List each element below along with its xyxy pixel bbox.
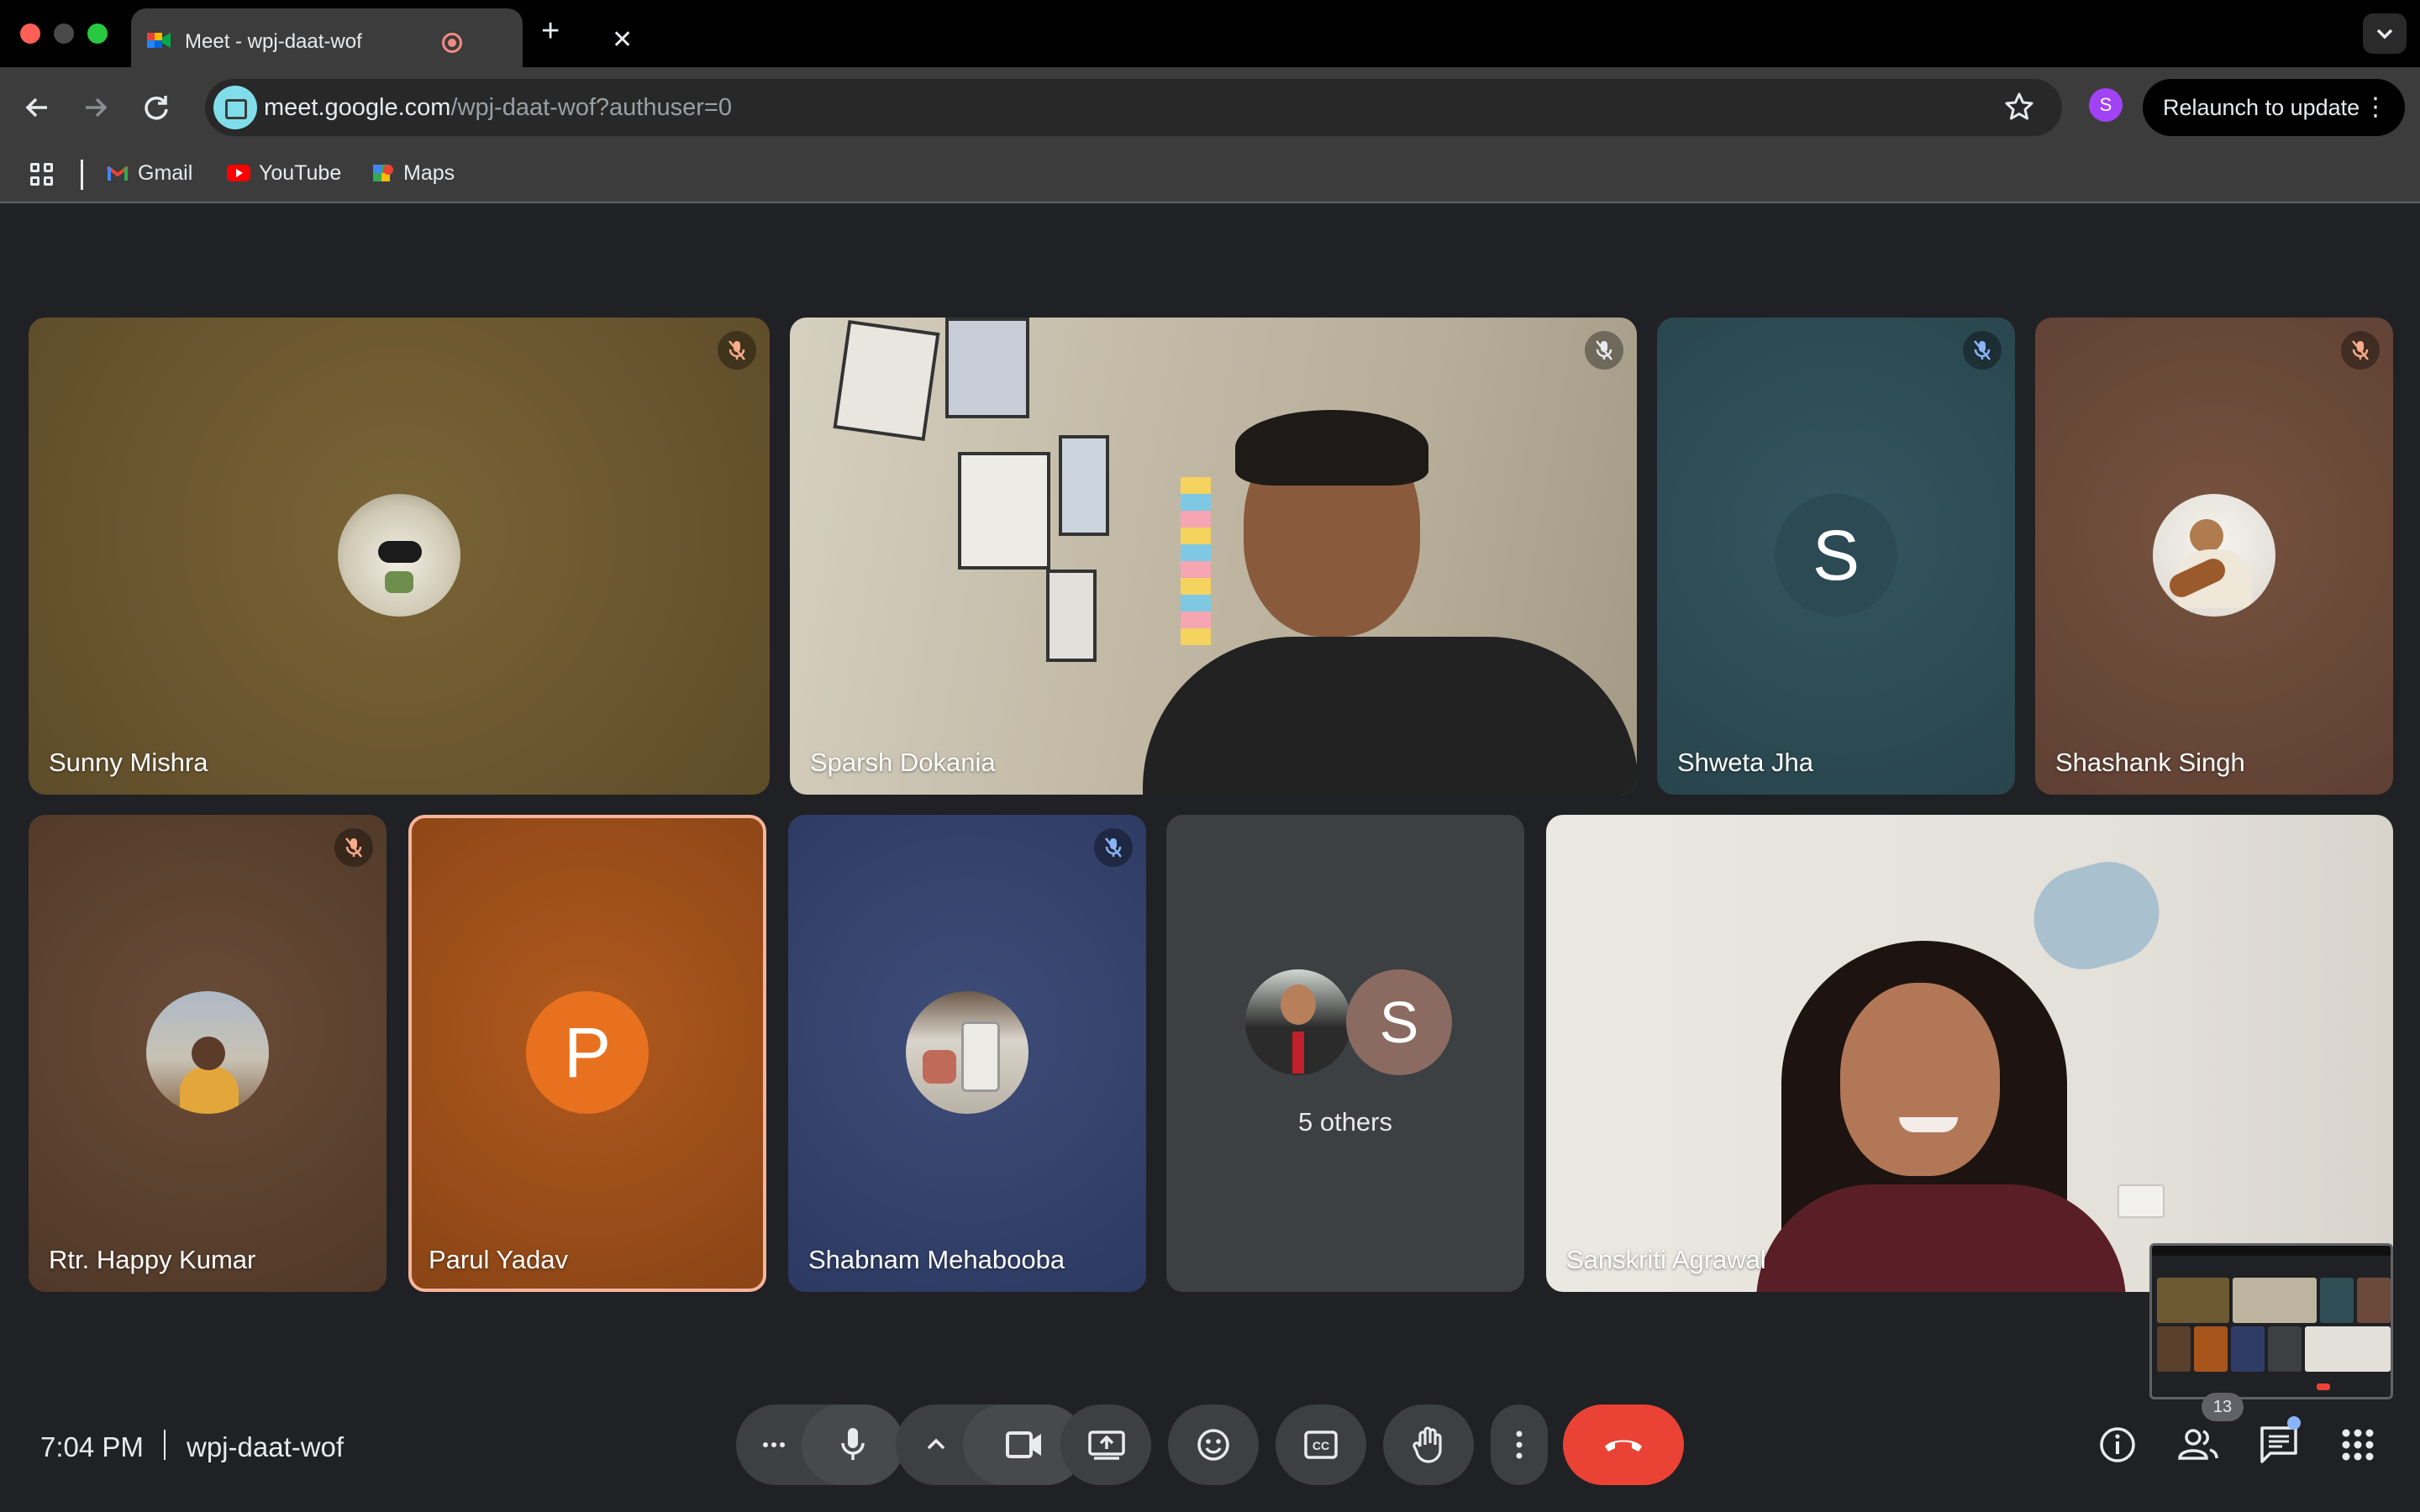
mic-control-group bbox=[736, 1404, 904, 1485]
youtube-icon bbox=[227, 165, 250, 181]
self-view-preview[interactable] bbox=[2149, 1243, 2393, 1399]
others-count-label: 5 others bbox=[1297, 1107, 1392, 1137]
more-vert-icon bbox=[1516, 1431, 1523, 1459]
participant-avatar bbox=[146, 991, 269, 1114]
mic-off-icon bbox=[718, 331, 756, 370]
apps-grid-icon[interactable] bbox=[30, 163, 55, 188]
maximize-window-button[interactable] bbox=[87, 24, 108, 44]
mic-off-icon bbox=[1585, 331, 1623, 370]
participant-avatar bbox=[338, 494, 460, 617]
meeting-info-icon[interactable] bbox=[2096, 1423, 2139, 1467]
participant-video-tile[interactable]: Sparsh Dokania bbox=[790, 318, 1637, 795]
tab-strip: Meet - wpj-daat-wof ✕ + bbox=[0, 0, 2420, 69]
participant-letter-avatar: S bbox=[1346, 969, 1452, 1075]
bookmark-star-icon[interactable] bbox=[2003, 91, 2035, 123]
participant-name: Rtr. Happy Kumar bbox=[49, 1245, 256, 1274]
site-info-icon[interactable] bbox=[213, 86, 257, 129]
participant-name: Parul Yadav bbox=[429, 1245, 569, 1274]
tab-title: Meet - wpj-daat-wof bbox=[185, 30, 362, 53]
mic-off-icon bbox=[1963, 331, 2002, 370]
reactions-button[interactable] bbox=[1168, 1404, 1259, 1485]
raise-hand-button[interactable] bbox=[1383, 1404, 1474, 1485]
mic-off-icon bbox=[2341, 331, 2380, 370]
recording-icon bbox=[442, 33, 462, 53]
reload-icon[interactable] bbox=[141, 92, 171, 123]
meet-favicon-icon bbox=[147, 33, 171, 48]
bookmark-gmail[interactable]: Gmail bbox=[106, 161, 192, 186]
participant-tile[interactable]: S Shweta Jha bbox=[1657, 318, 2015, 795]
emoji-icon bbox=[1197, 1429, 1229, 1461]
call-end-icon bbox=[1605, 1440, 1642, 1452]
captions-button[interactable]: CC bbox=[1276, 1404, 1366, 1485]
svg-text:CC: CC bbox=[1313, 1439, 1329, 1452]
participant-name: Sunny Mishra bbox=[49, 748, 208, 777]
participant-avatar bbox=[2153, 494, 2275, 617]
chevron-down-icon bbox=[2376, 29, 2393, 39]
url-text[interactable]: meet.google.com/wpj-daat-wof?authuser=0 bbox=[264, 94, 732, 122]
meeting-clock: 7:04 PM bbox=[40, 1431, 144, 1462]
videocam-icon bbox=[1006, 1431, 1041, 1458]
profile-avatar[interactable]: S bbox=[2089, 88, 2123, 122]
close-tab-icon[interactable]: ✕ bbox=[612, 25, 633, 55]
mic-off-icon bbox=[1094, 828, 1133, 867]
bookmarks-bar: Gmail YouTube Maps bbox=[0, 148, 2420, 203]
chevron-up-icon[interactable] bbox=[926, 1436, 946, 1452]
more-options-button[interactable] bbox=[1491, 1404, 1548, 1485]
participant-name: Shabnam Mehabooba bbox=[808, 1245, 1065, 1274]
maps-icon bbox=[373, 165, 393, 181]
more-horiz-icon[interactable] bbox=[761, 1435, 786, 1455]
mic-button[interactable] bbox=[802, 1404, 904, 1485]
participant-name: Sanskriti Agrawal bbox=[1566, 1245, 1766, 1274]
participant-tile[interactable]: Shabnam Mehabooba bbox=[788, 815, 1146, 1292]
participant-tile-speaking[interactable]: P Parul Yadav bbox=[408, 815, 766, 1292]
present-screen-icon bbox=[1088, 1431, 1125, 1460]
participant-letter-avatar: S bbox=[1775, 494, 1897, 617]
present-screen-button[interactable] bbox=[1060, 1404, 1151, 1485]
others-tile[interactable]: S 5 others bbox=[1166, 815, 1524, 1292]
bookmarks-divider bbox=[81, 160, 83, 190]
participant-tile[interactable]: Shashank Singh bbox=[2035, 318, 2393, 795]
tab-search-button[interactable] bbox=[2363, 13, 2407, 54]
raise-hand-icon bbox=[1413, 1426, 1442, 1463]
mic-icon bbox=[841, 1428, 865, 1460]
forward-arrow-icon[interactable] bbox=[81, 92, 111, 123]
participant-avatar bbox=[906, 991, 1028, 1114]
mic-off-icon bbox=[334, 828, 373, 867]
gmail-icon bbox=[106, 165, 129, 181]
more-vert-icon: ⋮ bbox=[2363, 93, 2388, 121]
relaunch-to-update-button[interactable]: Relaunch to update ⋮ bbox=[2143, 79, 2405, 136]
bookmark-youtube[interactable]: YouTube bbox=[227, 161, 341, 186]
participant-avatar bbox=[1245, 969, 1351, 1075]
close-window-button[interactable] bbox=[20, 24, 40, 44]
minimize-window-button[interactable] bbox=[54, 24, 74, 44]
participant-tile[interactable]: Sunny Mishra bbox=[29, 318, 770, 795]
browser-tab[interactable]: Meet - wpj-daat-wof ✕ bbox=[131, 8, 633, 69]
participant-letter-avatar: P bbox=[526, 991, 649, 1114]
participant-name: Shweta Jha bbox=[1677, 748, 1813, 777]
new-tab-button[interactable]: + bbox=[541, 13, 560, 50]
camera-control-group bbox=[896, 1404, 1086, 1485]
participant-name: Shashank Singh bbox=[2055, 748, 2245, 777]
people-count-badge: 13 bbox=[2202, 1393, 2244, 1421]
footer-divider bbox=[164, 1430, 166, 1460]
back-arrow-icon[interactable] bbox=[22, 92, 52, 123]
activities-grid-icon[interactable] bbox=[2336, 1423, 2380, 1467]
meeting-code: wpj-daat-wof bbox=[187, 1431, 345, 1462]
address-bar[interactable]: meet.google.com/wpj-daat-wof?authuser=0 bbox=[205, 79, 2062, 136]
leave-call-button[interactable] bbox=[1563, 1404, 1684, 1485]
participant-video-tile[interactable]: Sanskriti Agrawal bbox=[1546, 815, 2393, 1292]
participant-name: Sparsh Dokania bbox=[810, 748, 996, 777]
bookmark-maps[interactable]: Maps bbox=[371, 161, 455, 186]
participant-tile[interactable]: Rtr. Happy Kumar bbox=[29, 815, 387, 1292]
browser-toolbar: meet.google.com/wpj-daat-wof?authuser=0 … bbox=[0, 67, 2420, 148]
chat-unread-dot bbox=[2287, 1416, 2301, 1430]
closed-caption-icon: CC bbox=[1304, 1431, 1338, 1459]
people-icon[interactable] bbox=[2176, 1423, 2220, 1467]
